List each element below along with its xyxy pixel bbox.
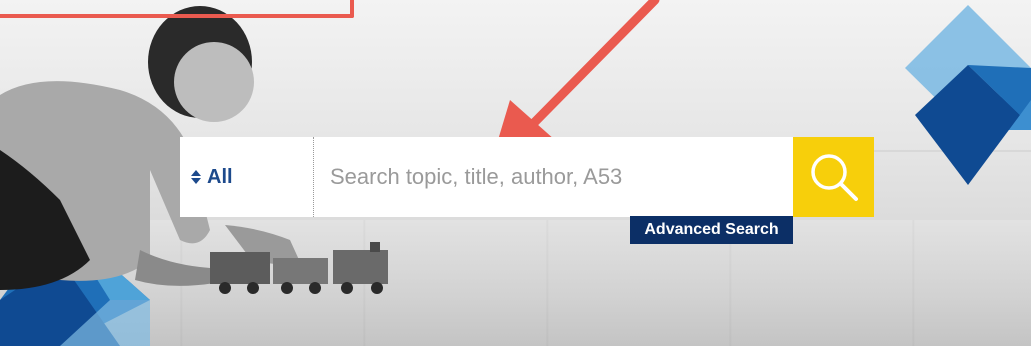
search-icon xyxy=(810,154,858,201)
search-bar: All xyxy=(180,137,874,217)
search-input[interactable] xyxy=(314,137,793,217)
search-button[interactable] xyxy=(793,137,874,217)
decorative-diamonds-right xyxy=(905,5,1031,185)
hero-banner: All Advanced Search xyxy=(0,0,1031,346)
advanced-search-link[interactable]: Advanced Search xyxy=(630,216,793,244)
search-scope-select[interactable]: All xyxy=(180,137,314,217)
sort-updown-icon xyxy=(191,170,201,184)
search-scope-label: All xyxy=(207,165,233,188)
annotation-box xyxy=(0,0,354,18)
toy-train xyxy=(210,242,388,294)
